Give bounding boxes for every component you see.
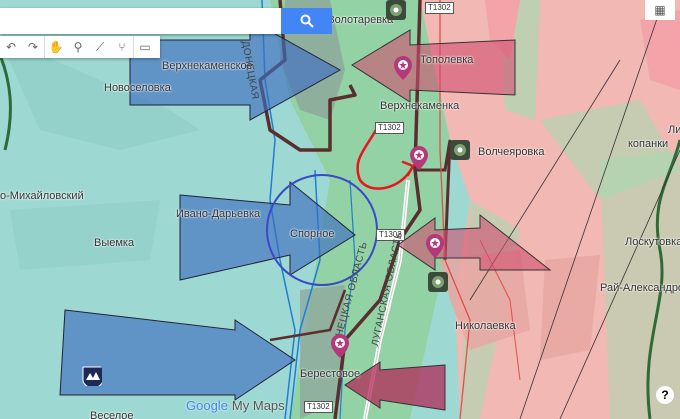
place-label: Берестовое [300,368,361,380]
search-input[interactable] [0,8,281,34]
unit-insignia-icon[interactable] [450,140,470,160]
marker-icon[interactable]: ⚲ [67,36,89,58]
my-maps-logo: My Maps [231,398,285,413]
map-canvas[interactable]: Верхнекаменское Новоселовка о-Михайловск… [0,0,680,419]
ukrainian-unit-insignia-icon[interactable] [82,366,102,386]
place-label: Ивано-Дарьевка [176,208,261,220]
place-label: Спорное [290,228,335,240]
place-label: Тополевка [420,54,474,66]
place-label: Веселое [90,410,134,419]
place-label: о-Михайловский [0,190,84,202]
undo-icon[interactable]: ↶ [0,36,22,58]
ruler-icon[interactable]: ▭ [133,36,156,58]
search-icon [300,14,314,28]
google-logo: Google [186,398,228,413]
place-label: Лис [668,124,680,136]
place-label: копанки [628,138,669,150]
route-icon[interactable]: ⑂ [111,36,133,58]
place-label: Волчеяровка [478,146,545,158]
hand-icon[interactable]: ✋ [44,36,67,58]
grid-icon[interactable]: ▦ [645,0,675,20]
road-label: T1302 [375,122,404,134]
unit-insignia-icon[interactable] [428,272,448,292]
road-label: T1302 [304,401,333,413]
redo-icon[interactable]: ↷ [22,36,44,58]
place-label: Лоскутовка [625,236,680,248]
place-label: Николаевка [455,320,516,332]
place-label: Новоселовка [104,82,171,94]
google-my-maps-logo: Google My Maps [186,398,285,413]
line-icon[interactable]: ⟋ [89,36,111,58]
search-button[interactable] [281,8,332,34]
red-star-marker-icon[interactable] [331,334,349,358]
place-label: Выемка [94,237,135,249]
red-star-marker-icon[interactable] [426,234,444,258]
red-star-marker-icon[interactable] [394,56,412,80]
help-button[interactable]: ? [656,386,674,404]
road-label: T1302 [425,2,454,14]
place-label: Золотаревка [328,14,394,26]
terrain-patch [10,200,160,270]
unit-insignia-icon[interactable] [386,0,406,20]
red-star-marker-icon[interactable] [410,146,428,170]
map-toolbar: ↶ ↷ ✋ ⚲ ⟋ ⑂ ▭ [0,36,160,58]
place-label: Верхнекаменское [162,60,253,72]
place-label: Верхнекаменка [380,100,460,112]
place-label: Рай-Александровк [600,282,680,294]
